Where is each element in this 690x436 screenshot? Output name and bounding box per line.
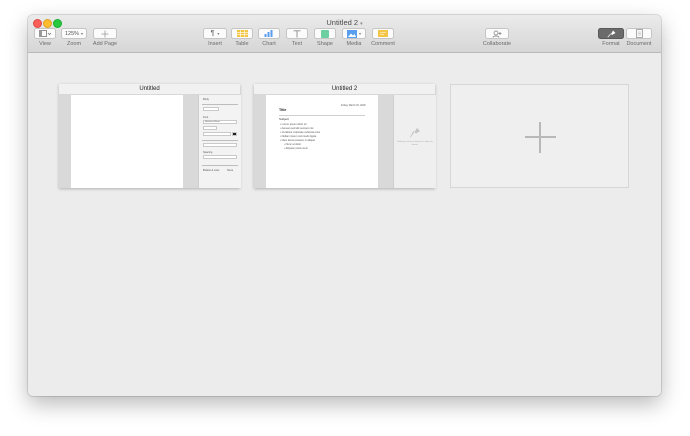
document-date: Friday, March 23, 2018 — [341, 104, 366, 107]
list-item: • Aenean sed elit semper nisi — [280, 127, 314, 130]
document-thumbnail[interactable]: Untitled Body Font Helvetica Neue Spacin… — [59, 84, 241, 188]
bullets-label: Bullets & Lists — [203, 169, 220, 172]
chart-label: Chart — [262, 41, 276, 47]
collaborate-icon — [492, 30, 501, 38]
thumbnail-title: Untitled — [59, 84, 240, 95]
collaborate-label: Collaborate — [482, 41, 512, 47]
spacing-controls — [203, 155, 237, 159]
paintbrush-icon — [607, 30, 615, 37]
bar-chart-icon — [264, 30, 273, 37]
font-select: Helvetica Neue — [203, 120, 237, 124]
document-canvas: Untitled Body Font Helvetica Neue Spacin… — [28, 53, 661, 396]
chart-button[interactable] — [258, 28, 280, 39]
sidebar-icon — [39, 30, 51, 37]
spacing-label: Spacing — [203, 151, 213, 154]
insert-button[interactable]: ¶ ▾ — [203, 28, 227, 39]
document-label: Document — [626, 41, 652, 47]
table-label: Table — [235, 41, 249, 47]
chevron-down-icon: ▾ — [217, 31, 220, 36]
inspector-divider — [202, 165, 238, 166]
view-label: View — [39, 41, 51, 47]
collaborate-button[interactable] — [485, 28, 509, 39]
document-icon — [635, 29, 643, 38]
insert-label: Insert — [208, 41, 222, 47]
app-window: Untitled 2▾ View 125% ▾ Zoom Add Page ¶ — [28, 15, 661, 396]
format-inspector-preview: Nothing selected. Select an object to fo… — [393, 95, 436, 188]
shape-button[interactable] — [314, 28, 336, 39]
list-item: • Curabitur vulputate vehicula enim — [280, 131, 321, 134]
list-item: • Nunc at dolor — [284, 143, 302, 146]
window-title[interactable]: Untitled 2 ▾ — [28, 18, 661, 27]
style-tab — [203, 107, 219, 111]
list-item: • Aliquam porta nunc — [284, 147, 308, 150]
toolbar: Untitled 2▾ View 125% ▾ Zoom Add Page ¶ — [28, 15, 661, 53]
inspector-divider — [202, 104, 238, 105]
format-inspector-preview: Body Font Helvetica Neue Spacing Bullets… — [198, 95, 241, 188]
color-well — [232, 132, 237, 136]
media-button[interactable]: ▾ — [342, 28, 366, 39]
thumbnail-preview: Body Font Helvetica Neue Spacing Bullets… — [59, 95, 241, 188]
shape-label: Shape — [317, 41, 333, 47]
list-item: • Lorem ipsum dolor sit — [280, 123, 307, 126]
media-label: Media — [346, 41, 362, 47]
inspector-divider — [202, 140, 238, 141]
page-sheet: Friday, March 23, 2018 Title Subject • L… — [266, 95, 378, 188]
paragraph-icon: ¶ — [210, 30, 215, 37]
text-t-icon — [293, 29, 301, 37]
font-style-select — [203, 126, 217, 130]
list-item: • Nullam ipsum commodo ligula — [280, 135, 317, 138]
comment-button[interactable] — [372, 28, 394, 39]
add-page-button[interactable] — [93, 28, 117, 39]
window-title-text: Untitled 2 — [326, 18, 359, 27]
zoom-value: 125% — [64, 30, 80, 37]
add-page-label: Add Page — [92, 41, 118, 47]
comment-label: Comment — [371, 41, 395, 47]
chevron-down-icon: ▾ — [360, 21, 363, 27]
text-button[interactable] — [286, 28, 308, 39]
shape-square-icon — [321, 29, 329, 38]
chevron-down-icon: ▾ — [358, 31, 361, 36]
page-sheet — [71, 95, 183, 188]
zoom-label: Zoom — [66, 41, 82, 47]
font-label: Font — [203, 116, 209, 119]
document-subheading: Subject — [279, 117, 290, 121]
empty-inspector-text: Nothing selected. Select an object to fo… — [397, 141, 433, 146]
thumbnail-title: Untitled 2 — [254, 84, 435, 95]
bullets-value: None — [227, 169, 234, 172]
zoom-popup[interactable]: 125% ▾ — [61, 28, 87, 39]
table-button[interactable] — [231, 28, 253, 39]
document-button[interactable] — [626, 28, 652, 39]
text-label: Text — [291, 41, 303, 47]
view-button[interactable] — [34, 28, 56, 39]
plus-icon — [539, 122, 541, 153]
document-heading: Title — [279, 108, 287, 112]
format-button[interactable] — [598, 28, 624, 39]
comment-icon — [378, 30, 388, 37]
paintbrush-icon — [410, 128, 420, 138]
plus-icon — [101, 30, 109, 37]
inspector-header: Body — [203, 98, 209, 101]
list-item: • Nam lacus posuere in aliquet — [280, 139, 316, 142]
bold-italic-buttons — [203, 132, 231, 136]
new-document-button[interactable] — [450, 84, 629, 188]
alignment-buttons — [203, 143, 237, 147]
thumbnail-preview: Friday, March 23, 2018 Title Subject • L… — [254, 95, 436, 188]
format-label: Format — [602, 41, 620, 47]
chevron-down-icon: ▾ — [81, 31, 84, 36]
document-thumbnail[interactable]: Untitled 2 Friday, March 23, 2018 Title … — [254, 84, 436, 188]
image-icon — [346, 29, 357, 38]
font-value: Helvetica Neue — [205, 121, 220, 123]
heading-rule — [279, 115, 365, 116]
table-icon — [236, 30, 248, 37]
